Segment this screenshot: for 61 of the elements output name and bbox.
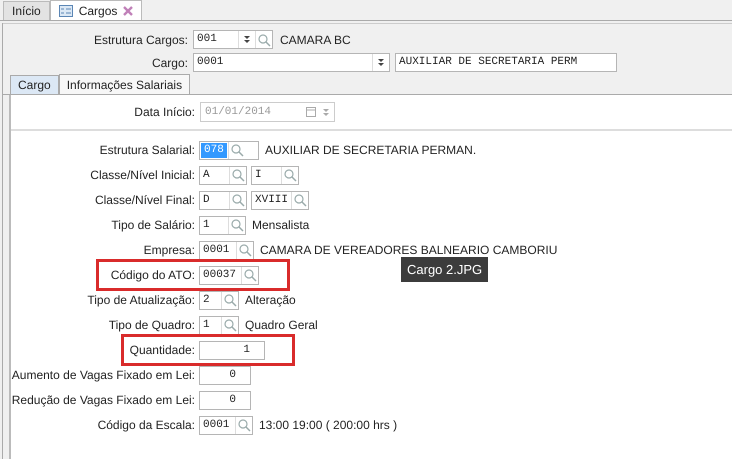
lookup-field[interactable]: 1 [199, 216, 246, 234]
description-text: AUXILIAR DE SECRETARIA PERMAN. [265, 143, 476, 157]
close-icon [123, 6, 134, 16]
field-label: Tipo de Atualização: [86, 293, 195, 307]
lookup-field[interactable]: I [251, 166, 299, 184]
number-field[interactable]: 0 [199, 390, 251, 410]
description-text: 13:00 19:00 ( 200:00 hrs ) [259, 418, 398, 432]
search-icon [223, 318, 237, 332]
tooltip: Cargo 2.JPG [401, 257, 488, 282]
text-field[interactable]: AUXILIAR DE SECRETARIA PERM [395, 53, 617, 72]
number-field[interactable]: 0 [199, 366, 251, 384]
description-text: CAMARA BC [280, 32, 351, 46]
number-field[interactable]: 1 [199, 340, 265, 360]
list-icon [58, 4, 73, 16]
search-icon [238, 243, 252, 257]
lookup-field[interactable]: 0001 [199, 416, 253, 434]
tab[interactable]: Informações Salariais [58, 74, 190, 94]
field-label: Data Início: [133, 105, 195, 119]
description-text: Quadro Geral [245, 318, 318, 332]
tab[interactable]: Cargos [50, 0, 142, 20]
search-icon [293, 193, 308, 207]
dropdown-icon [243, 34, 251, 45]
description-text: Mensalista [252, 218, 310, 232]
search-icon [243, 268, 257, 282]
lookup-field[interactable]: 00037 [199, 266, 259, 284]
field-label: Classe/Nível Final: [94, 193, 195, 207]
field-label: Código da Escala: [96, 418, 195, 432]
field-label: Tipo de Quadro: [108, 318, 195, 332]
search-icon [223, 293, 237, 307]
field-label: Estrutura Salarial: [98, 143, 195, 157]
combo-field[interactable]: 0001 [193, 53, 390, 72]
search-icon [230, 143, 244, 157]
search-icon [230, 218, 244, 232]
dropdown-icon [377, 57, 385, 68]
field-label: Quantidade: [128, 343, 195, 357]
search-icon [257, 32, 271, 46]
lookup-field[interactable]: D [199, 190, 247, 210]
lookup-field[interactable]: 2 [199, 290, 239, 310]
description-text: Alteração [245, 293, 296, 307]
field-label: Tipo de Salário: [110, 218, 195, 232]
spinner-icon [322, 106, 330, 118]
calendar-icon [306, 107, 316, 117]
field-label: Classe/Nível Inicial: [89, 168, 195, 182]
description-text: CAMARA DE VEREADORES BALNEARIO CAMBORIU [260, 243, 558, 257]
field-label: Código do ATO: [110, 268, 195, 282]
field-label: Redução de Vagas Fixado em Lei: [11, 393, 195, 407]
lookup-field[interactable]: 0001 [199, 240, 254, 260]
search-icon [237, 418, 251, 432]
field-label: Cargo: [150, 56, 188, 70]
tab[interactable]: Cargo [10, 75, 59, 94]
search-icon [283, 168, 297, 182]
field-label: Estrutura Cargos: [92, 32, 188, 46]
combo-field[interactable]: 001 [193, 30, 273, 49]
search-icon [231, 168, 245, 182]
lookup-field[interactable]: XVIII [251, 190, 309, 210]
lookup-field[interactable]: 1 [199, 316, 239, 334]
search-icon [231, 193, 245, 207]
tab[interactable]: Início [3, 1, 50, 20]
field-label: Empresa: [142, 243, 195, 257]
field-label: Aumento de Vagas Fixado em Lei: [11, 368, 195, 382]
lookup-field[interactable]: A [199, 166, 247, 184]
